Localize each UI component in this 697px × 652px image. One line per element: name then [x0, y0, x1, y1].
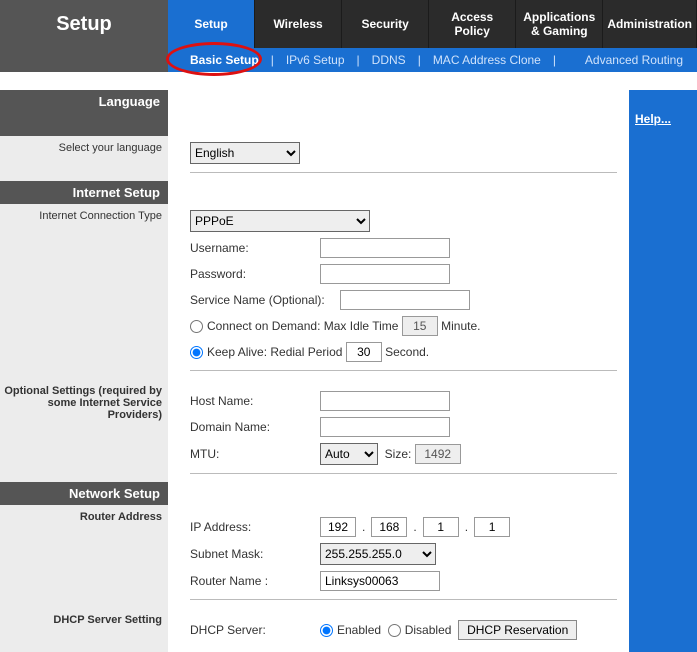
subnav-mac-clone[interactable]: MAC Address Clone — [425, 53, 549, 67]
connect-on-demand-radio[interactable] — [190, 320, 203, 333]
connection-type-select[interactable]: PPPoE — [190, 210, 370, 232]
main-tabs: Setup Wireless Security Access Policy Ap… — [168, 0, 697, 48]
page-title: Setup — [0, 0, 168, 48]
dhcp-disabled-radio[interactable] — [388, 624, 401, 637]
label-dhcp-section: DHCP Server Setting — [0, 608, 168, 652]
section-language: Language — [0, 90, 168, 136]
domain-name-input[interactable] — [320, 417, 450, 437]
ip-octet-2[interactable] — [371, 517, 407, 537]
subnav-advanced-routing[interactable]: Advanced Routing — [577, 53, 697, 67]
username-input[interactable] — [320, 238, 450, 258]
label-enabled: Enabled — [337, 623, 381, 637]
router-name-input[interactable] — [320, 571, 440, 591]
label-subnet-mask: Subnet Mask: — [190, 547, 320, 561]
label-select-language: Select your language — [0, 136, 168, 181]
keep-alive-radio[interactable] — [190, 346, 203, 359]
max-idle-time-input[interactable] — [402, 316, 438, 336]
label-mtu-size: Size: — [385, 447, 412, 461]
mtu-mode-select[interactable]: Auto — [320, 443, 378, 465]
subnav-ipv6[interactable]: IPv6 Setup — [278, 53, 353, 67]
password-input[interactable] — [320, 264, 450, 284]
label-ip-address: IP Address: — [190, 520, 320, 534]
label-router-name: Router Name : — [190, 574, 320, 588]
redial-period-input[interactable] — [346, 342, 382, 362]
label-username: Username: — [190, 241, 320, 255]
label-host-name: Host Name: — [190, 394, 320, 408]
label-connection-type: Internet Connection Type — [0, 204, 168, 379]
dhcp-enabled-radio[interactable] — [320, 624, 333, 637]
ip-octet-4[interactable] — [474, 517, 510, 537]
label-disabled: Disabled — [405, 623, 452, 637]
help-link[interactable]: Help... — [635, 112, 671, 126]
subnav-basic-setup[interactable]: Basic Setup — [182, 53, 267, 67]
language-select[interactable]: English — [190, 142, 300, 164]
ip-octet-3[interactable] — [423, 517, 459, 537]
tab-administration[interactable]: Administration — [603, 0, 697, 48]
tab-security[interactable]: Security — [342, 0, 429, 48]
label-password: Password: — [190, 267, 320, 281]
subnav-ddns[interactable]: DDNS — [364, 53, 414, 67]
service-name-input[interactable] — [340, 290, 470, 310]
subnav-spacer — [0, 48, 168, 72]
section-internet-setup: Internet Setup — [0, 181, 168, 204]
label-connect-on-demand: Connect on Demand: Max Idle Time — [207, 319, 398, 333]
tab-wireless[interactable]: Wireless — [255, 0, 342, 48]
label-mtu: MTU: — [190, 447, 320, 461]
label-domain-name: Domain Name: — [190, 420, 320, 434]
label-second: Second. — [385, 345, 429, 359]
label-service-name: Service Name (Optional): — [190, 293, 340, 307]
host-name-input[interactable] — [320, 391, 450, 411]
label-dhcp-server: DHCP Server: — [190, 623, 320, 637]
label-router-address: Router Address — [0, 505, 168, 608]
section-network-setup: Network Setup — [0, 482, 168, 505]
sub-nav: Basic Setup | IPv6 Setup | DDNS | MAC Ad… — [168, 48, 697, 72]
ip-octet-1[interactable] — [320, 517, 356, 537]
label-minute: Minute. — [441, 319, 480, 333]
help-panel: Help... — [629, 90, 697, 136]
tab-setup[interactable]: Setup — [168, 0, 255, 48]
dhcp-reservation-button[interactable]: DHCP Reservation — [458, 620, 577, 640]
label-optional-settings: Optional Settings (required by some Inte… — [0, 379, 168, 482]
tab-applications-gaming[interactable]: Applications & Gaming — [516, 0, 603, 48]
subnet-mask-select[interactable]: 255.255.255.0 — [320, 543, 436, 565]
tab-access-policy[interactable]: Access Policy — [429, 0, 516, 48]
label-keep-alive: Keep Alive: Redial Period — [207, 345, 342, 359]
mtu-size-input[interactable] — [415, 444, 461, 464]
